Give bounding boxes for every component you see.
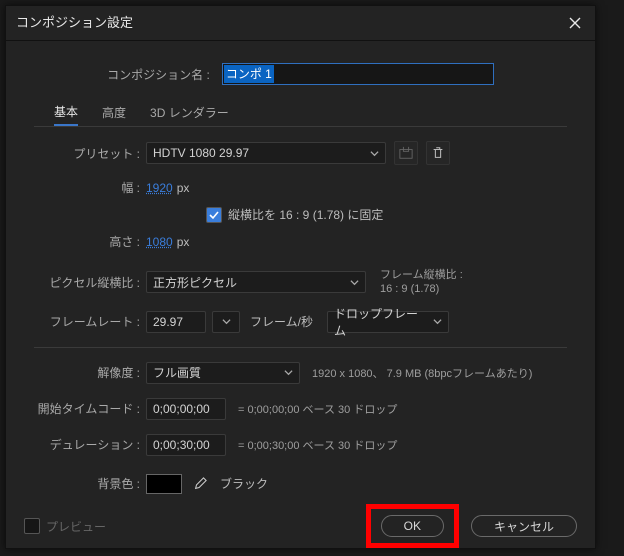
dialog-titlebar[interactable]: コンポジション設定 bbox=[6, 6, 595, 41]
chevron-down-icon bbox=[350, 278, 359, 287]
frame-aspect-value: 16 : 9 (1.78) bbox=[380, 282, 463, 296]
start-timecode-info: = 0;00;00;00 ベース 30 ドロップ bbox=[238, 401, 397, 417]
chevron-down-icon bbox=[433, 317, 442, 326]
close-button[interactable] bbox=[555, 6, 595, 40]
separator bbox=[34, 347, 567, 348]
chevron-down-icon bbox=[284, 368, 293, 377]
bgcolor-label: 背景色 : bbox=[24, 475, 146, 492]
duration-input[interactable]: 0;00;30;00 bbox=[146, 434, 226, 456]
preview-checkbox[interactable]: プレビュー bbox=[24, 518, 106, 535]
dropframe-dropdown[interactable]: ドロップフレーム bbox=[327, 311, 449, 333]
start-timecode-label: 開始タイムコード : bbox=[24, 400, 146, 417]
dropframe-value: ドロップフレーム bbox=[334, 305, 425, 339]
checkbox-unchecked-icon bbox=[24, 518, 40, 534]
delete-preset-button[interactable] bbox=[426, 141, 450, 165]
ok-button[interactable]: OK bbox=[381, 515, 444, 537]
chevron-down-icon bbox=[370, 149, 379, 158]
height-unit: px bbox=[177, 235, 190, 249]
tab-basic[interactable]: 基本 bbox=[54, 103, 78, 126]
resolution-dropdown[interactable]: フル画質 bbox=[146, 362, 300, 384]
framerate-stepper[interactable] bbox=[212, 311, 240, 333]
duration-info: = 0;00;30;00 ベース 30 ドロップ bbox=[238, 437, 397, 453]
save-icon bbox=[399, 146, 413, 160]
bgcolor-name: ブラック bbox=[220, 475, 268, 492]
tab-underline bbox=[34, 126, 567, 127]
cancel-button[interactable]: キャンセル bbox=[471, 515, 577, 537]
ok-highlight: OK bbox=[366, 504, 459, 548]
height-value[interactable]: 1080 bbox=[146, 235, 173, 249]
framerate-label: フレームレート : bbox=[24, 313, 146, 330]
width-value[interactable]: 1920 bbox=[146, 181, 173, 195]
bgcolor-swatch[interactable] bbox=[146, 474, 182, 494]
start-timecode-input[interactable]: 0;00;00;00 bbox=[146, 398, 226, 420]
eyedropper-icon bbox=[193, 477, 207, 491]
height-label: 高さ : bbox=[24, 233, 146, 250]
frame-aspect-label: フレーム縦横比 : bbox=[380, 268, 463, 282]
resolution-value: フル画質 bbox=[153, 364, 201, 381]
compname-label: コンポジション名 : bbox=[107, 66, 216, 83]
checkbox-checked-icon bbox=[206, 207, 222, 223]
close-icon bbox=[569, 17, 581, 29]
lock-aspect-label: 縦横比を 16 : 9 (1.78) に固定 bbox=[228, 206, 383, 223]
width-label: 幅 : bbox=[24, 179, 146, 196]
par-value: 正方形ピクセル bbox=[153, 274, 237, 291]
preset-label: プリセット : bbox=[24, 145, 146, 162]
dialog-title: コンポジション設定 bbox=[16, 15, 133, 30]
tab-3d-renderer[interactable]: 3D レンダラー bbox=[150, 104, 229, 125]
width-unit: px bbox=[177, 181, 190, 195]
resolution-label: 解像度 : bbox=[24, 364, 146, 381]
framerate-unit: フレーム/秒 bbox=[250, 313, 313, 330]
compname-selection: コンポ 1 bbox=[224, 65, 274, 83]
framerate-input[interactable]: 29.97 bbox=[146, 311, 206, 333]
duration-label: デュレーション : bbox=[24, 436, 146, 453]
tab-advanced[interactable]: 高度 bbox=[102, 104, 126, 125]
preset-value: HDTV 1080 29.97 bbox=[153, 146, 249, 160]
frame-aspect-info: フレーム縦横比 : 16 : 9 (1.78) bbox=[380, 268, 463, 297]
dialog-footer: プレビュー OK キャンセル bbox=[6, 504, 595, 548]
par-label: ピクセル縦横比 : bbox=[24, 274, 146, 291]
resolution-info: 1920 x 1080、 7.9 MB (8bpcフレームあたり) bbox=[312, 365, 532, 381]
preset-dropdown[interactable]: HDTV 1080 29.97 bbox=[146, 142, 386, 164]
save-preset-button[interactable] bbox=[394, 141, 418, 165]
lock-aspect-checkbox[interactable]: 縦横比を 16 : 9 (1.78) に固定 bbox=[206, 206, 383, 223]
preview-label: プレビュー bbox=[46, 518, 106, 535]
composition-settings-dialog: コンポジション設定 コンポジション名 : コンポ 1 基本 高度 3D レンダラ… bbox=[5, 5, 596, 549]
chevron-down-icon bbox=[222, 317, 231, 326]
par-dropdown[interactable]: 正方形ピクセル bbox=[146, 271, 366, 293]
eyedropper-button[interactable] bbox=[190, 474, 210, 494]
tab-strip: 基本 高度 3D レンダラー bbox=[54, 103, 577, 126]
trash-icon bbox=[431, 146, 445, 160]
